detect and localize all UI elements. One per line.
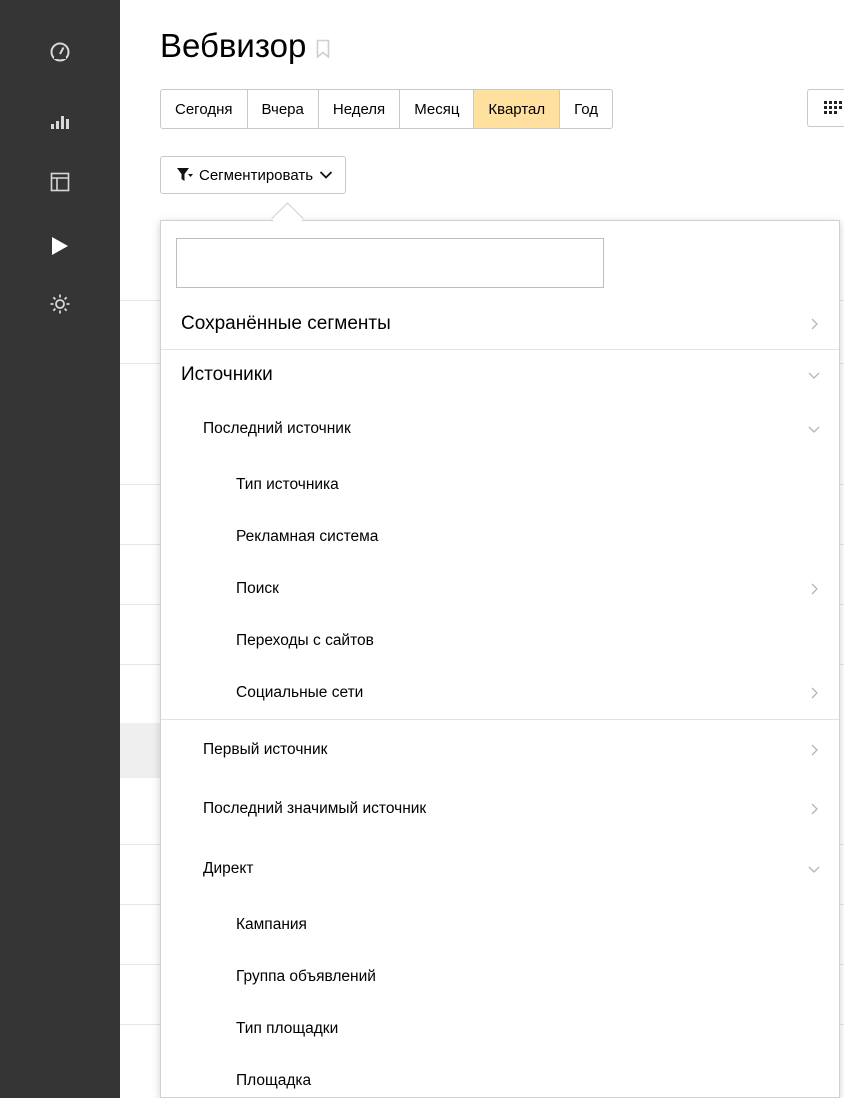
menu-item[interactable]: Поиск [161, 563, 839, 615]
menu-item[interactable]: Группа объявлений [161, 951, 839, 1003]
menu-item[interactable]: Последний значимый источник [161, 779, 839, 839]
menu-item[interactable]: Источники [161, 349, 839, 399]
menu-item-label: Кампания [236, 916, 307, 933]
play-icon[interactable] [48, 234, 72, 258]
period-year[interactable]: Год [560, 90, 612, 128]
period-today[interactable]: Сегодня [161, 90, 248, 128]
chevron-right-icon [811, 803, 818, 815]
table-row-highlight [120, 723, 160, 778]
chevron-down-icon [808, 372, 820, 379]
period-quarter[interactable]: Квартал [474, 90, 561, 128]
menu-item[interactable]: Тип источника [161, 459, 839, 511]
bookmark-icon[interactable] [316, 39, 330, 59]
menu-item-label: Сохранённые сегменты [181, 313, 391, 334]
menu-item-label: Первый источник [203, 740, 328, 758]
page-title: Вебвизор [160, 24, 330, 68]
chevron-down-icon [808, 866, 820, 873]
gear-icon[interactable] [48, 292, 72, 316]
grid-icon [824, 101, 842, 114]
menu-item-label: Тип источника [236, 476, 339, 493]
menu-item[interactable]: Последний источник [161, 399, 839, 459]
period-selector: Сегодня Вчера Неделя Месяц Квартал Год [160, 89, 614, 129]
menu-item-label: Поиск [236, 580, 279, 597]
chevron-right-icon [811, 744, 818, 755]
page-title-text: Вебвизор [160, 27, 307, 64]
menu-item[interactable]: Первый источник [161, 719, 839, 779]
period-month[interactable]: Месяц [400, 90, 475, 128]
filter-icon [177, 168, 193, 181]
chevron-down-icon [808, 426, 820, 433]
period-week[interactable]: Неделя [319, 90, 401, 128]
menu-item[interactable]: Социальные сети [161, 667, 839, 719]
menu-item[interactable]: Площадка [161, 1055, 839, 1097]
menu-item-label: Последний значимый источник [203, 800, 427, 817]
chevron-right-icon [811, 583, 818, 595]
menu-item-label: Площадка [236, 1072, 312, 1089]
menu-item[interactable]: Кампания [161, 899, 839, 951]
menu-item-label: Тип площадки [236, 1020, 339, 1037]
menu-item[interactable]: Переходы с сайтов [161, 615, 839, 667]
menu-item-label: Рекламная система [236, 528, 379, 545]
chevron-down-icon [319, 171, 333, 179]
chevron-right-icon [811, 687, 818, 699]
reports-icon[interactable] [48, 110, 72, 134]
menu-item-label: Социальные сети [236, 684, 364, 701]
segment-button[interactable]: Сегментировать [160, 156, 347, 194]
segment-menu: Сохранённые сегменты Источники Последний и… [161, 299, 839, 1097]
menu-item[interactable]: Директ [161, 839, 839, 899]
segment-search-input[interactable] [176, 238, 604, 288]
layout-icon[interactable] [48, 170, 72, 194]
menu-item[interactable]: Тип площадки [161, 1003, 839, 1055]
menu-item-label: Источники [181, 363, 273, 385]
menu-item-label: Последний источник [203, 420, 351, 437]
menu-item-label: Директ [203, 860, 254, 877]
chevron-right-icon [811, 318, 818, 330]
menu-item[interactable]: Рекламная система [161, 511, 839, 563]
segment-dropdown: Сохранённые сегменты Источники Последний и… [160, 220, 840, 1098]
dashboard-icon[interactable] [48, 40, 72, 64]
sidebar [0, 0, 120, 1098]
menu-item-label: Переходы с сайтов [236, 632, 374, 649]
menu-item[interactable]: Сохранённые сегменты [161, 299, 839, 349]
period-yesterday[interactable]: Вчера [248, 90, 319, 128]
menu-item-label: Группа объявлений [236, 968, 376, 985]
grouping-button[interactable] [807, 89, 844, 127]
segment-button-label: Сегментировать [199, 166, 314, 184]
